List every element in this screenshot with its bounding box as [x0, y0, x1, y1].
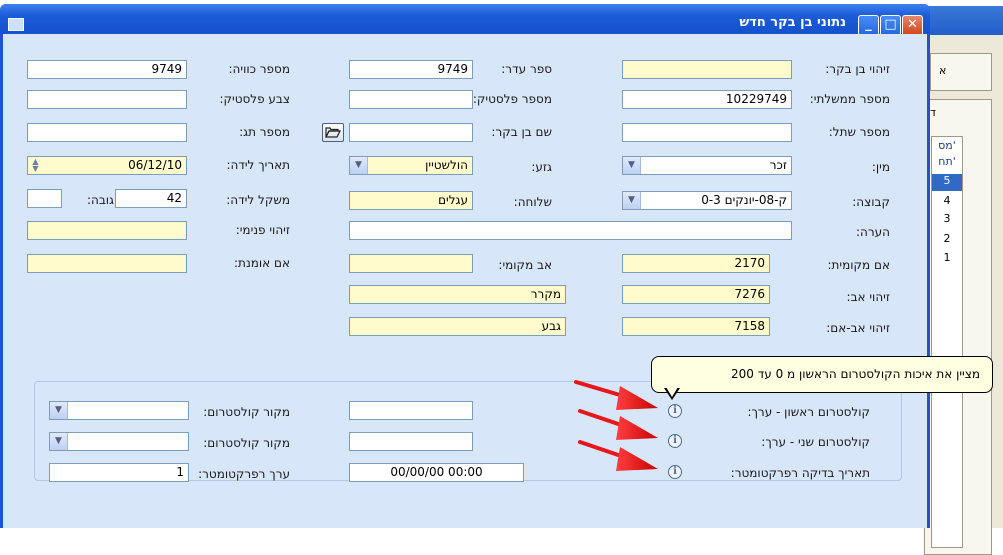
- minimize-button[interactable]: _: [858, 15, 879, 36]
- maternal-grandfather-id-label: זיהוי אב-אם:: [826, 321, 890, 335]
- breed-label: גזע:: [531, 160, 552, 174]
- grid-row[interactable]: 3: [932, 212, 962, 225]
- refractometer-value-label: ערך רפרקטומטר:: [198, 467, 290, 481]
- folder-open-icon[interactable]: [322, 123, 344, 142]
- first-colostrum-label: קולסטרום ראשון - ערך:: [747, 405, 870, 419]
- sex-select-value: זכר: [769, 158, 787, 172]
- local-father-label: אב מקומי:: [498, 258, 552, 272]
- father-id-field[interactable]: 7276: [622, 285, 770, 304]
- brand-number-label: מספר כוויה:: [228, 62, 290, 76]
- cow-id-label: זיהוי בן בקר:: [825, 62, 890, 76]
- chevron-down-icon[interactable]: ▼: [623, 157, 641, 174]
- title-bar[interactable]: נתוני בן בקר חדש _ □ ✕: [0, 4, 930, 36]
- group-select[interactable]: ק-08-יונקים 0-3 ▼: [622, 191, 792, 210]
- cow-name-field[interactable]: [349, 123, 473, 142]
- grid-row[interactable]: 2: [932, 232, 962, 245]
- herd-book-field[interactable]: 9749: [349, 60, 473, 79]
- note-label: הערה:: [855, 225, 890, 239]
- cow-id-field[interactable]: [622, 60, 792, 79]
- first-colostrum-source-label: מקור קולסטרום:: [203, 405, 290, 419]
- second-colostrum-label: קולסטרום שני - ערך:: [761, 435, 870, 449]
- cow-name-label: שם בן בקר:: [491, 125, 552, 139]
- breed-select[interactable]: הולשטיין ▼: [349, 156, 473, 175]
- plastic-number-field[interactable]: [349, 90, 473, 109]
- plastic-number-label: מספר פלסטיק:: [472, 92, 552, 106]
- app-icon[interactable]: [8, 18, 24, 31]
- foster-mother-field[interactable]: [27, 254, 187, 273]
- first-colostrum-value-field[interactable]: [349, 401, 473, 420]
- background-grid: מס' תח' 5 4 3 2 1: [931, 136, 963, 548]
- background-tab-1-label: א: [939, 64, 947, 77]
- info-icon[interactable]: i: [668, 434, 682, 448]
- chevron-down-icon[interactable]: ▼: [50, 402, 68, 419]
- grid-col-header-1: מס': [938, 139, 956, 152]
- group-select-value: ק-08-יונקים 0-3: [701, 193, 787, 207]
- herd-book-label: ספר עדר:: [501, 62, 552, 76]
- grid-row[interactable]: 1: [932, 251, 962, 264]
- father-id-label: זיהוי אב:: [846, 290, 890, 304]
- brand-number-field[interactable]: 9749: [27, 60, 187, 79]
- height-field[interactable]: [27, 189, 62, 208]
- close-button[interactable]: ✕: [902, 15, 923, 36]
- refractometer-date-label: תאריך בדיקה רפרקטומטר:: [730, 466, 870, 480]
- arrow-icon: [578, 409, 658, 440]
- first-colostrum-source-select[interactable]: ▼: [49, 401, 189, 420]
- refractometer-value-field[interactable]: 1: [49, 463, 189, 482]
- maximize-button[interactable]: □: [880, 15, 901, 36]
- plastic-color-field[interactable]: [27, 90, 187, 109]
- background-panel: דו מס' תח' 5 4 3 2 1: [924, 99, 992, 555]
- info-icon[interactable]: i: [668, 465, 682, 479]
- tag-number-field[interactable]: [27, 123, 187, 142]
- tooltip-tail-fill: [666, 387, 678, 397]
- grid-row[interactable]: 5: [932, 174, 962, 191]
- refractometer-date-field[interactable]: 00/00/00 00:00: [349, 463, 524, 482]
- group-label: קבוצה:: [852, 195, 890, 209]
- internal-id-label: זיהוי פנימי:: [235, 223, 290, 237]
- arrow-icon: [574, 380, 658, 410]
- note-field[interactable]: [349, 221, 792, 240]
- chevron-down-icon[interactable]: ▼: [623, 192, 641, 209]
- breed-select-value: הולשטיין: [425, 158, 468, 172]
- chevron-down-icon[interactable]: ▼: [350, 157, 368, 174]
- plastic-color-label: צבע פלסטיק:: [219, 92, 290, 106]
- arrow-icon: [578, 440, 658, 471]
- birth-date-value: 06/12/10: [128, 158, 182, 172]
- implant-number-label: מספר שתל:: [828, 125, 890, 139]
- birth-weight-label: משקל לידה:: [226, 193, 290, 207]
- sex-label: מין:: [871, 160, 890, 174]
- height-label: גובה:: [86, 193, 114, 207]
- window-title: נתוני בן בקר חדש: [739, 15, 846, 30]
- chevron-down-icon[interactable]: ▼: [50, 433, 68, 450]
- info-icon[interactable]: i: [668, 404, 682, 418]
- local-mother-label: אם מקומית:: [827, 258, 891, 272]
- birth-date-field[interactable]: 06/12/10 ▲ ▼: [27, 156, 187, 175]
- birth-weight-field[interactable]: 42: [115, 189, 187, 208]
- branch-field[interactable]: עגלים: [349, 191, 473, 210]
- spinner-icon[interactable]: ▲ ▼: [29, 158, 42, 173]
- grid-row[interactable]: 4: [932, 194, 962, 207]
- maternal-grandfather-name-field: גבע: [349, 317, 566, 336]
- foster-mother-label: אם אומנת:: [234, 256, 290, 270]
- local-father-field[interactable]: [349, 254, 473, 273]
- grid-col-header-2: תח': [938, 155, 956, 168]
- branch-label: שלוחה:: [513, 195, 552, 209]
- government-number-field[interactable]: 10229749: [622, 90, 792, 109]
- internal-id-field[interactable]: [27, 221, 187, 240]
- birth-date-label: תאריך לידה:: [226, 158, 290, 172]
- local-mother-field[interactable]: 2170: [622, 254, 770, 273]
- sex-select[interactable]: זכר ▼: [622, 156, 792, 175]
- maternal-grandfather-id-field[interactable]: 7158: [622, 317, 770, 336]
- government-number-label: מספר ממשלתי:: [809, 92, 890, 106]
- second-colostrum-source-label: מקור קולסטרום:: [203, 436, 290, 450]
- background-tab-1[interactable]: א: [930, 53, 992, 91]
- father-name-field: מקרר: [349, 285, 566, 304]
- second-colostrum-source-select[interactable]: ▼: [49, 432, 189, 451]
- background-window: א דו מס' תח' 5 4 3 2 1: [920, 35, 1003, 555]
- implant-number-field[interactable]: [622, 123, 792, 142]
- second-colostrum-value-field[interactable]: [349, 432, 473, 451]
- tooltip: מציין את איכות הקולסטרום הראשון מ 0 עד 2…: [651, 356, 993, 393]
- tag-number-label: מספר תג:: [239, 125, 290, 139]
